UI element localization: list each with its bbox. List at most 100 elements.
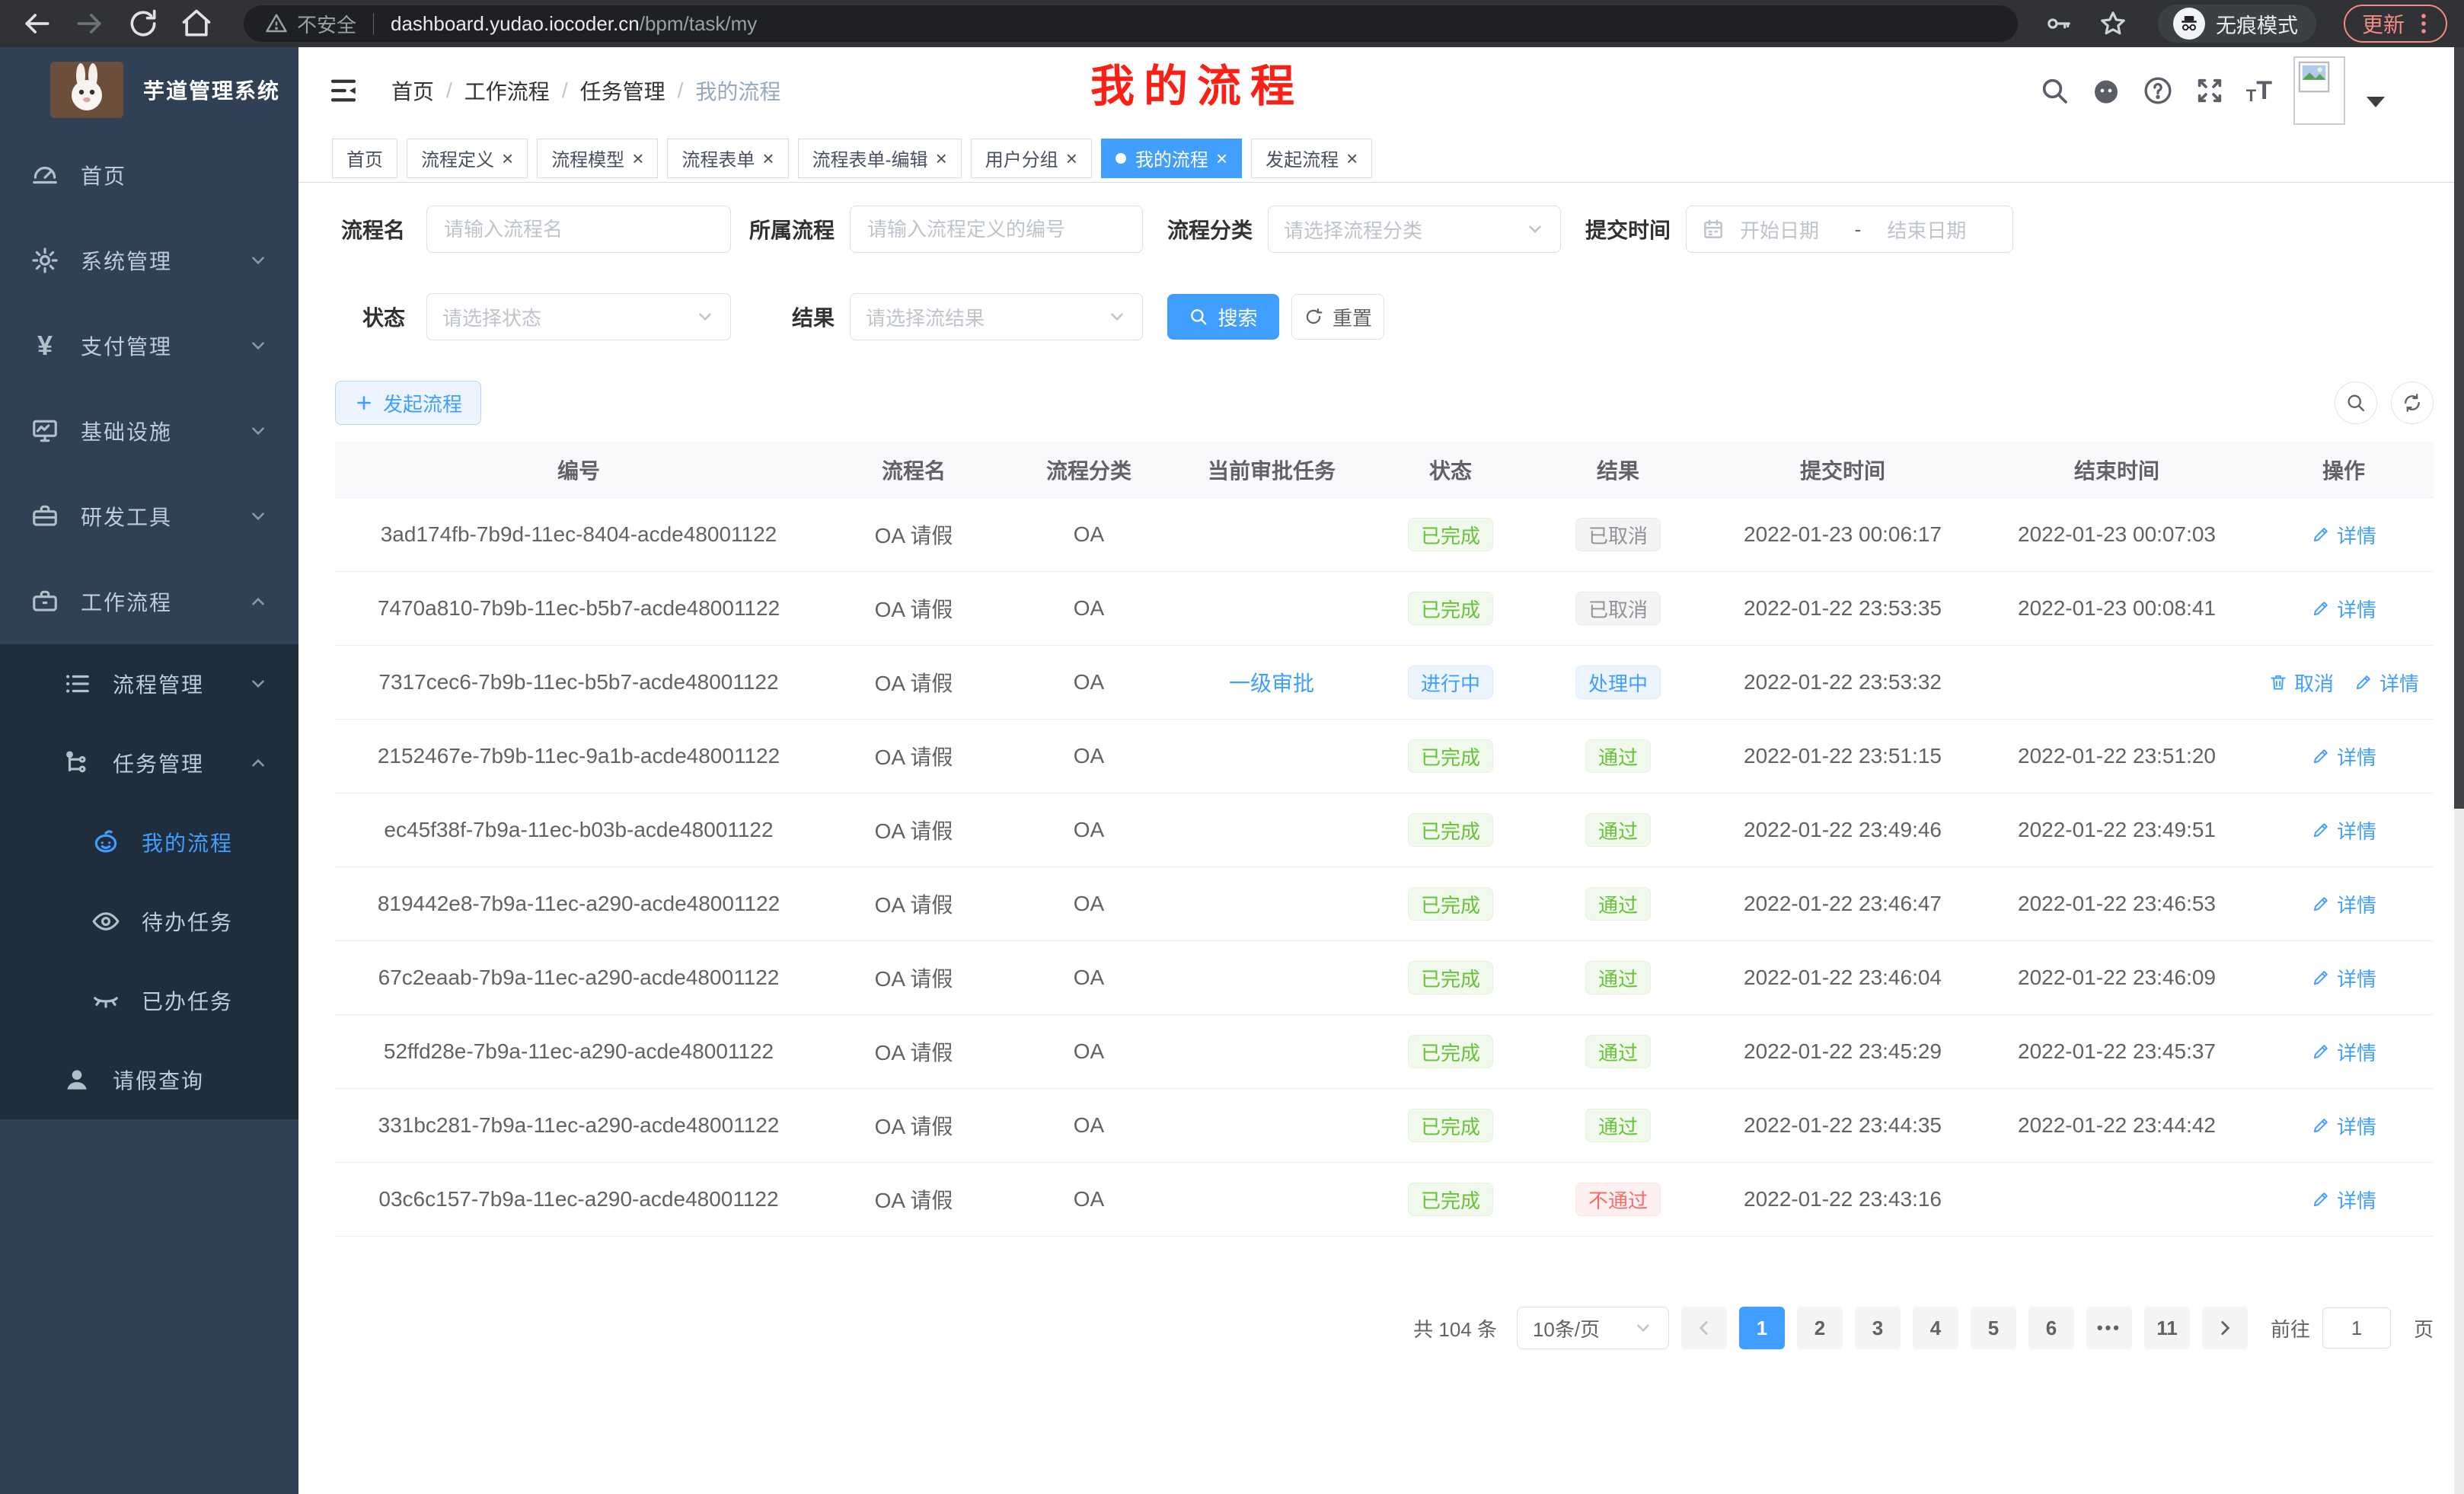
detail-link[interactable]: 详情 xyxy=(2311,1038,2376,1066)
reset-button[interactable]: 重置 xyxy=(1291,294,1384,340)
page-button-4[interactable]: 4 xyxy=(1913,1307,1958,1349)
chevron-down-icon xyxy=(248,674,268,694)
search-icon[interactable] xyxy=(2039,75,2070,106)
submit-time-range[interactable]: 开始日期 - 结束日期 xyxy=(1686,206,2013,253)
home-icon[interactable] xyxy=(180,7,213,40)
close-icon[interactable]: × xyxy=(1066,148,1077,168)
avatar[interactable] xyxy=(2293,56,2345,125)
tab-5[interactable]: 用户分组× xyxy=(971,139,1092,178)
page-size-select[interactable]: 10条/页 xyxy=(1517,1307,1669,1349)
page-button-5[interactable]: 5 xyxy=(1971,1307,2016,1349)
close-icon[interactable]: × xyxy=(632,148,643,168)
tab-1[interactable]: 流程定义× xyxy=(407,139,528,178)
process-name-input[interactable] xyxy=(426,206,731,253)
detail-link[interactable]: 详情 xyxy=(2311,595,2376,623)
search-button[interactable]: 搜索 xyxy=(1167,294,1279,340)
detail-link[interactable]: 详情 xyxy=(2354,669,2419,697)
sidebar-item-home[interactable]: 首页 xyxy=(0,132,298,218)
password-key-icon[interactable] xyxy=(2044,9,2073,38)
process-id-input[interactable] xyxy=(850,206,1143,253)
close-icon[interactable]: × xyxy=(1216,148,1227,168)
sidebar-item-payment[interactable]: ¥ 支付管理 xyxy=(0,303,298,388)
cancel-link[interactable]: 取消 xyxy=(2268,669,2334,697)
detail-link[interactable]: 详情 xyxy=(2311,964,2376,992)
sidebar-item-todo-tasks[interactable]: 待办任务 xyxy=(0,882,298,961)
page-button-11[interactable]: 11 xyxy=(2144,1307,2190,1349)
page-more-button[interactable]: ••• xyxy=(2086,1307,2132,1349)
goto-page-input[interactable] xyxy=(2322,1307,2391,1349)
prev-page-button[interactable] xyxy=(1681,1307,1727,1349)
close-icon[interactable]: × xyxy=(936,148,947,168)
cell-process-category: OA xyxy=(1005,670,1173,694)
refresh-icon xyxy=(2402,392,2423,413)
tab-3[interactable]: 流程表单× xyxy=(667,139,788,178)
cell-submit-time: 2022-01-22 23:53:32 xyxy=(1706,670,1980,694)
close-icon[interactable]: × xyxy=(762,148,774,168)
tab-6[interactable]: 我的流程× xyxy=(1101,139,1242,178)
detail-link[interactable]: 详情 xyxy=(2311,1112,2376,1140)
tab-0[interactable]: 首页 xyxy=(332,139,397,178)
help-icon[interactable] xyxy=(2143,75,2173,106)
sidebar-item-my-process[interactable]: 我的流程 xyxy=(0,803,298,882)
close-icon[interactable]: × xyxy=(502,148,513,168)
close-icon[interactable]: × xyxy=(1346,148,1358,168)
scrollbar-thumb[interactable] xyxy=(2454,47,2464,809)
fullscreen-icon[interactable] xyxy=(2194,75,2225,106)
page-button-1[interactable]: 1 xyxy=(1739,1307,1785,1349)
breadcrumb-home[interactable]: 首页 xyxy=(391,75,434,106)
sidebar-item-done-tasks[interactable]: 已办任务 xyxy=(0,961,298,1040)
refresh-table-button[interactable] xyxy=(2391,381,2434,424)
update-button[interactable]: 更新 xyxy=(2344,5,2447,43)
github-icon[interactable] xyxy=(2091,75,2121,106)
forward-icon[interactable] xyxy=(73,7,107,40)
cell-result: 通过 xyxy=(1530,1109,1706,1142)
cell-actions: 详情 xyxy=(2254,1112,2434,1140)
cell-result: 处理中 xyxy=(1530,666,1706,699)
cell-status: 已完成 xyxy=(1371,592,1530,625)
sidebar-item-workflow[interactable]: 工作流程 xyxy=(0,559,298,644)
detail-link[interactable]: 详情 xyxy=(2311,816,2376,844)
page-button-2[interactable]: 2 xyxy=(1797,1307,1843,1349)
scrollbar[interactable] xyxy=(2454,47,2464,1494)
filter-label-name: 流程名 xyxy=(335,214,405,244)
detail-link[interactable]: 详情 xyxy=(2311,890,2376,918)
cell-process-id: 331bc281-7b9a-11ec-a290-acde48001122 xyxy=(335,1113,822,1138)
detail-link[interactable]: 详情 xyxy=(2311,521,2376,549)
font-size-icon[interactable]: TT xyxy=(2246,75,2272,106)
sidebar-item-system[interactable]: 系统管理 xyxy=(0,218,298,303)
back-icon[interactable] xyxy=(20,7,53,40)
cell-submit-time: 2022-01-22 23:53:35 xyxy=(1706,596,1980,621)
table-row: 7470a810-7b9b-11ec-b5b7-acde48001122OA 请… xyxy=(335,572,2434,646)
browser-menu-icon[interactable] xyxy=(2414,11,2434,37)
page-button-3[interactable]: 3 xyxy=(1855,1307,1901,1349)
result-badge: 通过 xyxy=(1585,1035,1651,1068)
tab-7[interactable]: 发起流程× xyxy=(1251,139,1372,178)
status-badge: 已完成 xyxy=(1408,813,1493,847)
chevron-down-icon xyxy=(1633,1318,1653,1338)
sidebar-item-process-mgmt[interactable]: 流程管理 xyxy=(0,644,298,723)
breadcrumb-task-mgmt[interactable]: 任务管理 xyxy=(580,75,665,106)
sidebar-item-devtools[interactable]: 研发工具 xyxy=(0,474,298,559)
address-bar[interactable]: 不安全 dashboard.yudao.iocoder.cn /bpm/task… xyxy=(244,5,2018,42)
sidebar-item-leave-query[interactable]: 请假查询 xyxy=(0,1040,298,1119)
tab-4[interactable]: 流程表单-编辑× xyxy=(798,139,962,178)
current-task-link[interactable]: 一级审批 xyxy=(1229,672,1314,695)
breadcrumb-workflow[interactable]: 工作流程 xyxy=(464,75,550,106)
tab-2[interactable]: 流程模型× xyxy=(537,139,658,178)
status-select[interactable]: 请选择状态 xyxy=(426,293,731,340)
start-process-button[interactable]: 发起流程 xyxy=(335,381,481,425)
result-select[interactable]: 请选择流结果 xyxy=(850,293,1143,340)
toggle-search-button[interactable] xyxy=(2335,381,2377,424)
detail-link[interactable]: 详情 xyxy=(2311,1186,2376,1214)
next-page-button[interactable] xyxy=(2202,1307,2248,1349)
hamburger-icon[interactable] xyxy=(327,75,359,107)
category-select[interactable]: 请选择流程分类 xyxy=(1268,206,1561,253)
detail-link[interactable]: 详情 xyxy=(2311,742,2376,771)
sidebar-item-task-mgmt[interactable]: 任务管理 xyxy=(0,723,298,803)
page-button-6[interactable]: 6 xyxy=(2028,1307,2074,1349)
reload-icon[interactable] xyxy=(126,7,160,40)
sidebar-item-infrastructure[interactable]: 基础设施 xyxy=(0,388,298,474)
sidebar: 芋道管理系统 首页 系统管理 ¥ 支付管理 基础设施 xyxy=(0,47,298,1494)
bookmark-star-icon[interactable] xyxy=(2099,9,2127,38)
avatar-dropdown-caret[interactable] xyxy=(2367,97,2385,107)
